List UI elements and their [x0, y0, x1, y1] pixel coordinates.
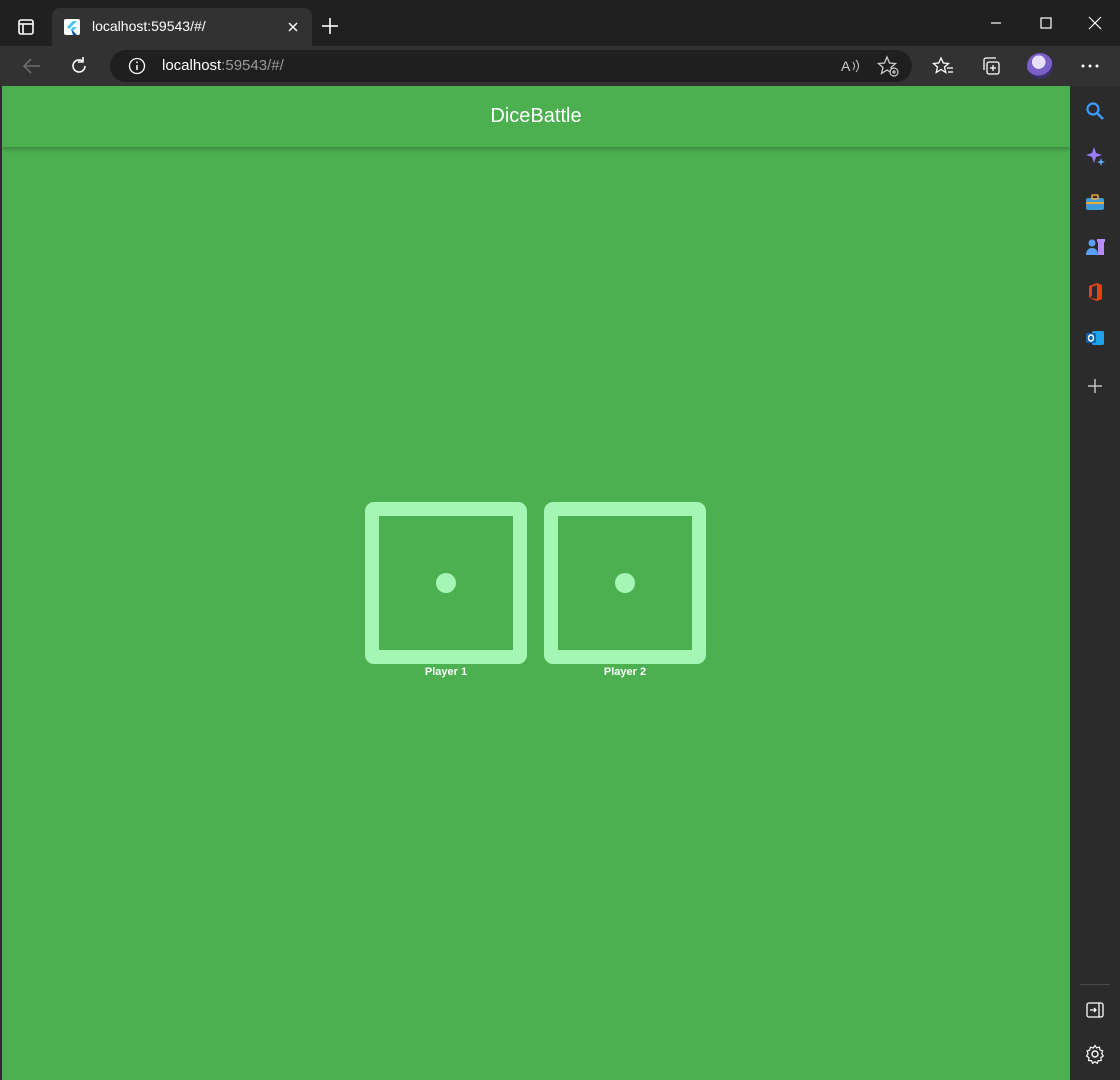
games-icon[interactable] [1085, 237, 1105, 257]
profile-avatar[interactable] [1027, 53, 1053, 79]
back-icon[interactable] [20, 54, 44, 78]
player-1-label: Player 1 [424, 666, 468, 678]
player-1-die-group[interactable]: Player 1 [365, 502, 527, 678]
page-viewport: DiceBattle Player 1 Player 2 [2, 86, 1070, 1080]
svg-text:A: A [841, 58, 851, 74]
close-window-icon[interactable] [1084, 12, 1106, 34]
tab-actions-icon[interactable] [12, 13, 40, 41]
browser-window: localhost:59543/#/ localhost:59543/#/ A … [0, 0, 1120, 1080]
new-tab-icon[interactable] [320, 16, 340, 36]
add-favorite-icon[interactable] [876, 54, 900, 78]
add-icon[interactable] [1085, 376, 1105, 396]
tab-title: localhost:59543/#/ [92, 18, 206, 34]
browser-toolbar: localhost:59543/#/ A [0, 46, 1120, 86]
url-host: localhost [162, 57, 222, 74]
player-2-die-group[interactable]: Player 2 [544, 502, 706, 678]
flutter-icon [64, 19, 80, 35]
settings-icon[interactable] [1085, 1044, 1105, 1065]
copilot-icon[interactable] [1085, 146, 1105, 166]
url-path: :59543/#/ [221, 57, 284, 74]
close-tab-icon[interactable] [284, 18, 302, 36]
die-pip [436, 573, 456, 593]
tools-icon[interactable] [1085, 192, 1105, 212]
app-title: DiceBattle [490, 105, 582, 127]
collections-icon[interactable] [979, 54, 1003, 78]
site-info-icon[interactable] [128, 57, 146, 75]
url-text: localhost:59543/#/ [162, 57, 284, 74]
read-aloud-icon[interactable]: A [838, 54, 862, 78]
more-icon[interactable] [1078, 54, 1102, 78]
office-icon[interactable] [1085, 282, 1105, 302]
die-pip [615, 573, 635, 593]
die-face[interactable] [365, 502, 527, 664]
player-2-label: Player 2 [603, 666, 647, 678]
browser-tab[interactable]: localhost:59543/#/ [52, 8, 312, 46]
title-bar: localhost:59543/#/ [0, 0, 1120, 46]
browser-sidebar [1070, 86, 1120, 1080]
favorites-icon[interactable] [931, 54, 955, 78]
outlook-icon[interactable] [1085, 328, 1105, 348]
hide-sidebar-icon[interactable] [1085, 1000, 1105, 1020]
maximize-icon[interactable] [1035, 12, 1057, 34]
refresh-icon[interactable] [67, 54, 91, 78]
app-bar: DiceBattle [2, 86, 1070, 147]
minimize-icon[interactable] [985, 12, 1007, 34]
sidebar-divider [1080, 984, 1110, 985]
search-icon[interactable] [1085, 101, 1105, 121]
die-face[interactable] [544, 502, 706, 664]
address-bar[interactable]: localhost:59543/#/ A [110, 50, 912, 82]
